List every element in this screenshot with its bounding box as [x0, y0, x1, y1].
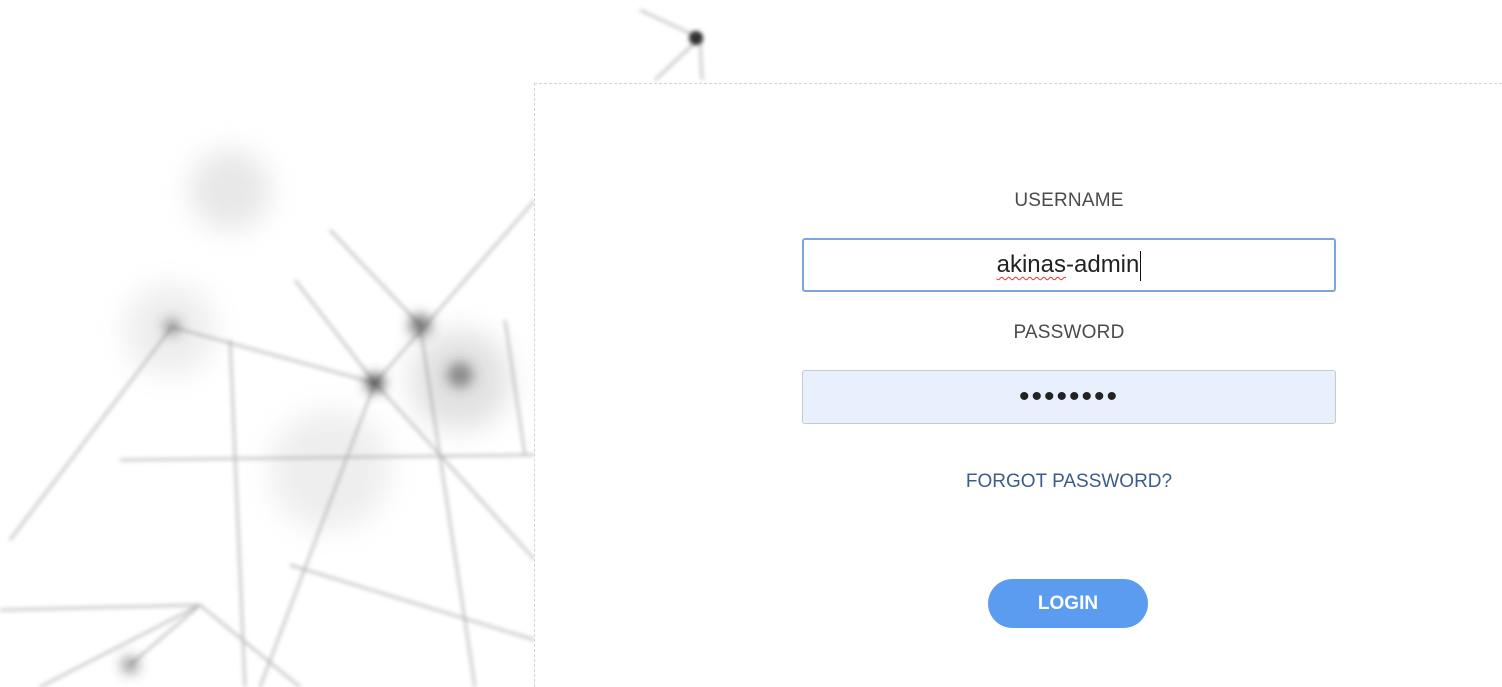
password-label: PASSWORD — [1013, 322, 1125, 343]
username-input[interactable]: akinas-admin — [802, 238, 1336, 292]
username-value-misspelled: akinas — [996, 251, 1066, 278]
password-input[interactable]: •••••••• — [802, 370, 1336, 424]
login-panel: USERNAME akinas-admin PASSWORD •••••••• … — [534, 83, 1502, 687]
login-button[interactable]: LOGIN — [988, 579, 1148, 628]
username-label: USERNAME — [1014, 190, 1124, 211]
forgot-password-link[interactable]: FORGOT PASSWORD? — [802, 471, 1336, 493]
username-value-rest: -admin — [1066, 251, 1140, 278]
login-page: USERNAME akinas-admin PASSWORD •••••••• … — [0, 0, 1502, 687]
text-caret — [1140, 250, 1142, 281]
password-masked-value: •••••••• — [1018, 380, 1120, 413]
